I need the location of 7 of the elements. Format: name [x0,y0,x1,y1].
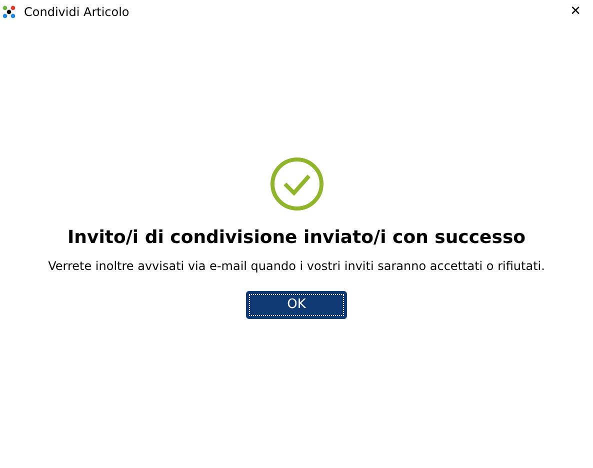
message-text: Verrete inoltre avvisati via e-mail quando i vostri inviti saranno accettati o rifiutati. [48,258,545,275]
success-check-icon [270,157,324,211]
app-icon [2,5,16,19]
ok-button[interactable]: OK [246,290,347,319]
close-button[interactable]: ✕ [564,0,587,24]
window-title: Condividi Articolo [24,4,130,21]
success-heading: Invito/i di condivisione inviato/i con successo [67,227,526,249]
